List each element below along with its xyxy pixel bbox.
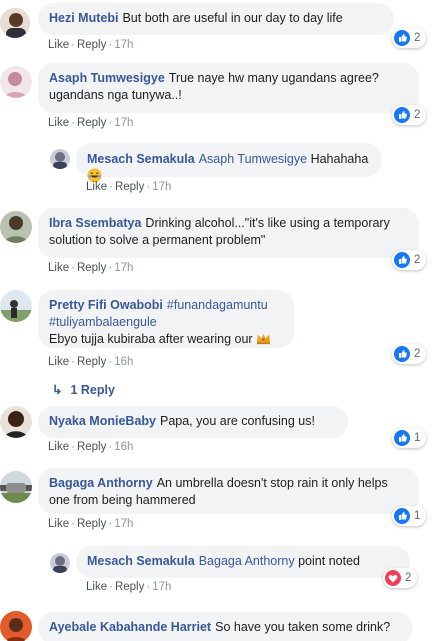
comment-text: Hahahaha [310,152,369,166]
reaction-number: 1 [414,510,421,522]
reply-link[interactable]: Reply [115,181,144,193]
author-name[interactable]: Bagaga Anthorny [49,476,153,490]
comment-text: But both are useful in our day to day li… [122,11,343,25]
author-name[interactable]: Mesach Semakula [87,554,195,568]
avatar[interactable] [0,471,32,503]
comment-actions: Like · Reply · 17h [86,581,172,593]
comment-actions: Like · Reply · 17h [48,117,134,129]
like-link[interactable]: Like [86,581,107,593]
like-link[interactable]: Like [48,117,69,129]
like-reaction-icon [394,430,410,446]
reaction-count[interactable]: 1 [392,428,427,448]
reply-link[interactable]: Reply [77,441,106,453]
avatar[interactable] [0,66,32,98]
author-name[interactable]: Asaph Tumwesigye [49,71,165,85]
comment-text: So have you taken some drink? [215,620,391,634]
reply-link[interactable]: Reply [77,518,106,530]
comment-bubble: Pretty Fifi Owabobi #funandagamuntu #tuli… [38,290,294,348]
author-name[interactable]: Ibra Ssembatya [49,216,141,230]
timestamp[interactable]: 16h [114,441,133,453]
reaction-number: 2 [414,348,421,360]
avatar[interactable] [0,290,32,322]
reply-link[interactable]: Reply [77,356,106,368]
reaction-number: 2 [405,572,412,584]
reaction-count[interactable]: 2 [392,28,427,48]
mention-link[interactable]: Asaph Tumwesigye [199,152,307,166]
comment-text: point noted [298,554,360,568]
comment-thread: Hezi Mutebi But both are useful in our da… [0,0,441,641]
timestamp[interactable]: 17h [152,581,171,593]
like-reaction-icon [394,107,410,123]
avatar[interactable] [0,8,30,38]
author-name[interactable]: Nyaka MonieBaby [49,414,156,428]
timestamp[interactable]: 17h [152,181,171,193]
like-link[interactable]: Like [48,262,69,274]
comment-bubble: Hezi Mutebi But both are useful in our da… [38,3,394,35]
avatar[interactable] [50,149,70,169]
reaction-number: 2 [414,32,421,44]
like-reaction-icon [394,252,410,268]
comment-text: Papa, you are confusing us! [159,414,315,428]
like-reaction-icon [394,346,410,362]
comment-actions: Like · Reply · 17h [48,518,134,530]
avatar[interactable] [0,211,32,243]
comment-text: Ebyo tujja kubiraba after wearing our [49,332,253,346]
comment-bubble: Nyaka MonieBaby Papa, you are confusing u… [38,406,348,438]
like-reaction-icon [394,508,410,524]
crown-emoji-icon [256,331,271,346]
comment-bubble: Mesach Semakula Asaph Tumwesigye Hahahaha [76,143,382,183]
reply-link[interactable]: Reply [77,39,106,51]
comment-bubble: Mesach Semakula Bagaga Anthorny point not… [76,546,410,578]
reply-link[interactable]: Reply [77,262,106,274]
author-name[interactable]: Hezi Mutebi [49,11,118,25]
avatar[interactable] [0,611,32,641]
timestamp[interactable]: 17h [114,262,133,274]
reaction-count[interactable]: 2 [392,250,427,270]
timestamp[interactable]: 17h [114,518,133,530]
author-name[interactable]: Mesach Semakula [87,152,195,166]
comment-bubble: Ayebale Kabahande Harriet So have you tak… [38,612,413,641]
timestamp[interactable]: 17h [114,39,133,51]
like-link[interactable]: Like [48,39,69,51]
mention-link[interactable]: Bagaga Anthorny [199,554,295,568]
reaction-number: 1 [414,432,421,444]
avatar[interactable] [0,406,32,438]
heart-reaction-icon [385,570,401,586]
reaction-count[interactable]: 2 [392,344,427,364]
comment-bubble: Asaph Tumwesigye True naye hw many uganda… [38,63,419,113]
like-link[interactable]: Like [48,356,69,368]
reaction-count[interactable]: 2 [392,105,427,125]
author-name[interactable]: Pretty Fifi Owabobi [49,298,163,312]
reply-arrow-icon: ↳ [52,383,63,397]
reply-link[interactable]: Reply [115,581,144,593]
comment-bubble: Ibra Ssembatya Drinking alcohol..."it's l… [38,208,419,258]
reaction-number: 2 [414,254,421,266]
comment-actions: Like · Reply · 16h [48,356,134,368]
reaction-number: 2 [414,109,421,121]
comment-actions: Like · Reply · 17h [86,181,172,193]
replies-count: 1 Reply [70,383,115,397]
reaction-count[interactable]: 1 [392,506,427,526]
timestamp[interactable]: 16h [114,356,133,368]
like-link[interactable]: Like [86,181,107,193]
like-link[interactable]: Like [48,518,69,530]
comment-actions: Like · Reply · 17h [48,39,134,51]
comment-actions: Like · Reply · 16h [48,441,134,453]
author-name[interactable]: Ayebale Kabahande Harriet [49,620,211,634]
comment-bubble: Bagaga Anthorny An umbrella doesn't stop … [38,468,419,514]
comment-actions: Like · Reply · 17h [48,262,134,274]
like-reaction-icon [394,30,410,46]
reply-link[interactable]: Reply [77,117,106,129]
view-replies-link[interactable]: ↳ 1 Reply [52,382,115,397]
avatar[interactable] [50,553,70,573]
like-link[interactable]: Like [48,441,69,453]
timestamp[interactable]: 17h [114,117,133,129]
reaction-count[interactable]: 2 [383,568,418,588]
